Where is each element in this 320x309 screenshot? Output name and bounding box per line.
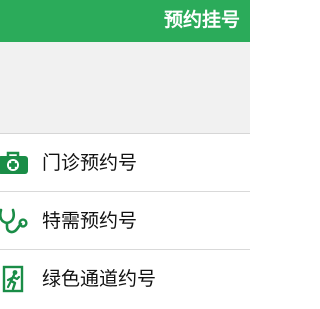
menu-item-label: 绿色通道约号 <box>42 268 157 290</box>
menu-item-label: 门诊预约号 <box>42 152 138 174</box>
menu-item-label: 特需预约号 <box>42 210 138 232</box>
page-title: 预约挂号 <box>163 9 240 31</box>
medical-kit-icon <box>0 149 30 177</box>
app-window: 预约挂号 门诊预约号 特需预约号 绿色通道约号 <box>0 0 250 309</box>
emergency-exit-icon <box>0 265 30 293</box>
menu-item-special-needs[interactable]: 特需预约号 <box>0 192 250 250</box>
stethoscope-icon <box>0 207 30 235</box>
header-bar: 预约挂号 <box>0 0 250 42</box>
banner-area <box>0 42 250 134</box>
menu-item-green-channel[interactable]: 绿色通道约号 <box>0 250 250 308</box>
menu-item-outpatient[interactable]: 门诊预约号 <box>0 134 250 192</box>
